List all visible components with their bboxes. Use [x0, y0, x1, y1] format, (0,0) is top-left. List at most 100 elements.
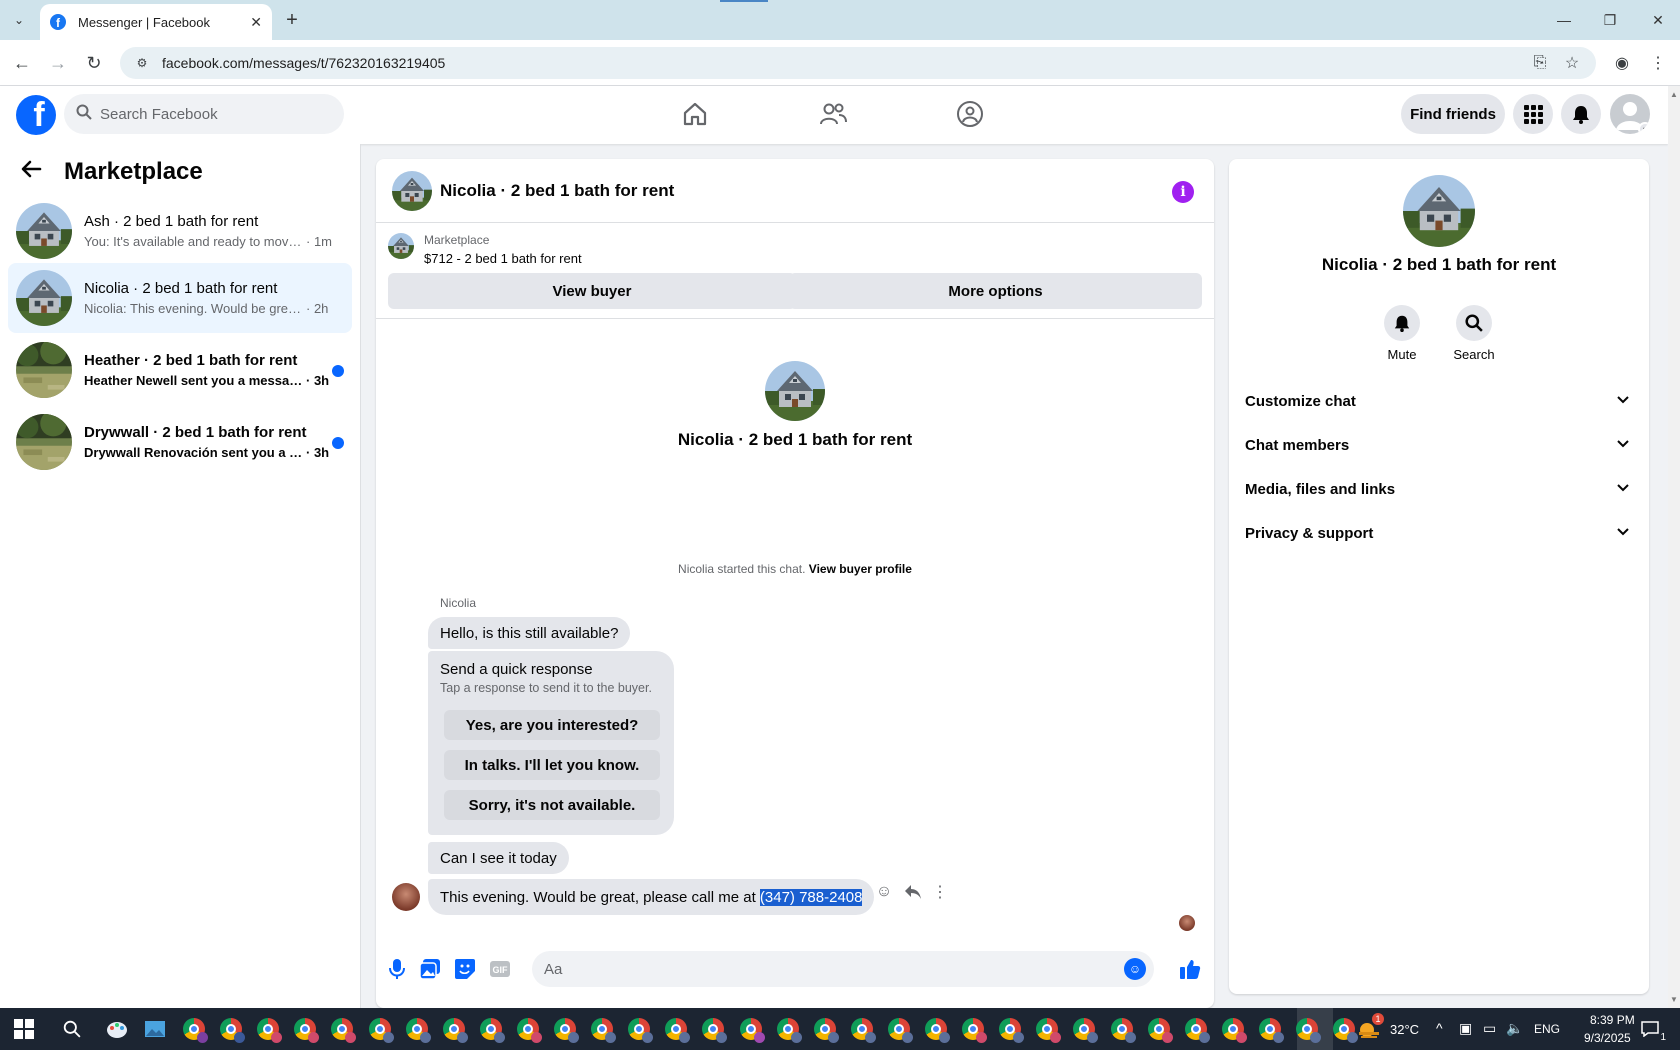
chrome-window-icon[interactable]: [1219, 1015, 1247, 1043]
tray-overflow-chevron-icon[interactable]: ^: [1436, 1020, 1443, 1036]
section-privacy-support[interactable]: Privacy & support: [1237, 513, 1641, 553]
chrome-window-icon[interactable]: [699, 1015, 727, 1043]
chrome-window-icon[interactable]: [737, 1015, 765, 1043]
section-media-files-links[interactable]: Media, files and links: [1237, 469, 1641, 509]
scroll-down-icon[interactable]: ▼: [1670, 995, 1678, 1004]
taskbar-search-icon[interactable]: [58, 1015, 86, 1043]
page-scrollbar[interactable]: ▲ ▼: [1668, 86, 1680, 1008]
chrome-window-icon[interactable]: [1256, 1015, 1284, 1043]
chrome-window-icon[interactable]: [440, 1015, 468, 1043]
emoji-picker-icon[interactable]: ☺: [1124, 958, 1146, 980]
notification-center-icon[interactable]: 1: [1636, 1015, 1666, 1043]
thumbs-up-icon[interactable]: [1178, 957, 1202, 981]
tray-device-icon[interactable]: ▣: [1459, 1020, 1472, 1037]
mute-action[interactable]: Mute: [1372, 305, 1432, 362]
search-icon[interactable]: [1456, 305, 1492, 341]
message-bubble[interactable]: This evening. Would be great, please cal…: [428, 879, 875, 915]
image-viewer-icon[interactable]: [141, 1015, 169, 1043]
view-buyer-button[interactable]: View buyer: [388, 273, 796, 309]
new-tab-button[interactable]: +: [280, 8, 304, 32]
groups-icon[interactable]: [950, 96, 990, 132]
section-chat-members[interactable]: Chat members: [1237, 425, 1641, 465]
menu-grid-icon[interactable]: [1513, 94, 1553, 134]
quick-response-option[interactable]: In talks. I'll let you know.: [444, 750, 660, 780]
search-action[interactable]: Search: [1444, 305, 1504, 362]
browser-tab-messenger[interactable]: f Messenger | Facebook ✕: [40, 4, 272, 40]
clock-date[interactable]: 9/3/2025: [1584, 1031, 1631, 1045]
tab-close-icon[interactable]: ✕: [250, 14, 262, 31]
back-arrow-icon[interactable]: ←: [10, 51, 34, 75]
chrome-window-icon[interactable]: [477, 1015, 505, 1043]
chat-title[interactable]: Nicolia · 2 bed 1 bath for rent: [440, 181, 674, 201]
url-omnibox[interactable]: ⚙ facebook.com/messages/t/76232016321940…: [120, 47, 1596, 79]
chrome-window-icon[interactable]: [403, 1015, 431, 1043]
forward-arrow-icon[interactable]: →: [46, 51, 70, 75]
chrome-window-icon[interactable]: [366, 1015, 394, 1043]
chrome-window-icon[interactable]: [254, 1015, 282, 1043]
selected-phone-number[interactable]: (347) 788-2408: [759, 888, 863, 906]
chrome-window-icon[interactable]: [1330, 1015, 1358, 1043]
chrome-window-icon[interactable]: [625, 1015, 653, 1043]
home-icon[interactable]: [675, 96, 715, 132]
friends-icon[interactable]: [813, 96, 853, 132]
chrome-window-icon[interactable]: [811, 1015, 839, 1043]
notifications-bell-icon[interactable]: [1561, 94, 1601, 134]
more-options-button[interactable]: More options: [789, 273, 1202, 309]
chrome-window-icon[interactable]: [180, 1015, 208, 1043]
chrome-window-icon[interactable]: [551, 1015, 579, 1043]
window-close-icon[interactable]: ✕: [1646, 8, 1670, 32]
scroll-up-icon[interactable]: ▲: [1670, 90, 1678, 99]
photo-attach-icon[interactable]: [418, 957, 442, 981]
chrome-window-icon[interactable]: [885, 1015, 913, 1043]
tab-search-dropdown-icon[interactable]: ⌄: [6, 8, 32, 32]
conversation-info-icon[interactable]: i: [1172, 181, 1194, 203]
chrome-window-icon[interactable]: [1070, 1015, 1098, 1043]
chrome-window-icon[interactable]: [1108, 1015, 1136, 1043]
profile-icon[interactable]: ◉: [1610, 51, 1634, 75]
listing-price[interactable]: $712 - 2 bed 1 bath for rent: [424, 251, 582, 266]
weather-icon[interactable]: 1: [1355, 1013, 1384, 1043]
minimize-icon[interactable]: —: [1552, 8, 1576, 32]
windows-start-icon[interactable]: [14, 1019, 34, 1039]
message-bubble[interactable]: Can I see it today: [428, 842, 569, 874]
clock-time[interactable]: 8:39 PM: [1590, 1013, 1635, 1027]
conversation-item-nicolia[interactable]: Nicolia · 2 bed 1 bath for rent Nicolia:…: [8, 263, 352, 333]
chrome-window-icon[interactable]: [328, 1015, 356, 1043]
bookmark-star-icon[interactable]: ☆: [1560, 51, 1584, 75]
chrome-window-icon[interactable]: [588, 1015, 616, 1043]
chrome-window-icon[interactable]: [291, 1015, 319, 1043]
sender-avatar[interactable]: [392, 883, 420, 911]
site-settings-icon[interactable]: ⚙: [134, 55, 150, 71]
chat-avatar[interactable]: [392, 171, 432, 211]
reload-icon[interactable]: ↻: [82, 51, 106, 75]
react-emoji-icon[interactable]: ☺: [873, 881, 895, 903]
view-buyer-profile-link[interactable]: View buyer profile: [809, 562, 912, 576]
chrome-window-icon[interactable]: [1182, 1015, 1210, 1043]
chrome-window-icon[interactable]: [774, 1015, 802, 1043]
chrome-window-icon[interactable]: [514, 1015, 542, 1043]
url-text[interactable]: facebook.com/messages/t/762320163219405: [162, 55, 445, 71]
conversation-item-ash[interactable]: Ash · 2 bed 1 bath for rent You: It's av…: [8, 196, 352, 266]
network-icon[interactable]: ▭: [1483, 1020, 1496, 1037]
message-input-box[interactable]: ☺: [532, 951, 1154, 987]
chrome-window-icon[interactable]: [1145, 1015, 1173, 1043]
chrome-window-icon[interactable]: [1033, 1015, 1061, 1043]
conversation-item-heather[interactable]: Heather · 2 bed 1 bath for rent Heather …: [8, 335, 352, 405]
chrome-window-icon[interactable]: [922, 1015, 950, 1043]
back-arrow-icon[interactable]: [20, 158, 48, 186]
microphone-icon[interactable]: [385, 957, 409, 981]
install-app-icon[interactable]: ⎘: [1528, 51, 1552, 75]
language-indicator[interactable]: ENG: [1534, 1022, 1560, 1036]
chrome-window-icon[interactable]: [217, 1015, 245, 1043]
message-input[interactable]: [544, 960, 1104, 978]
facebook-logo-icon[interactable]: f: [16, 95, 56, 135]
bell-icon[interactable]: [1384, 305, 1420, 341]
quick-response-option[interactable]: Yes, are you interested?: [444, 710, 660, 740]
quick-response-option[interactable]: Sorry, it's not available.: [444, 790, 660, 820]
gif-icon[interactable]: GIF: [488, 957, 512, 981]
volume-icon[interactable]: 🔈: [1506, 1020, 1523, 1037]
message-more-icon[interactable]: ⋮: [929, 881, 951, 903]
browser-menu-icon[interactable]: ⋮: [1646, 51, 1670, 75]
sticker-icon[interactable]: [453, 957, 477, 981]
section-customize-chat[interactable]: Customize chat: [1237, 381, 1641, 421]
